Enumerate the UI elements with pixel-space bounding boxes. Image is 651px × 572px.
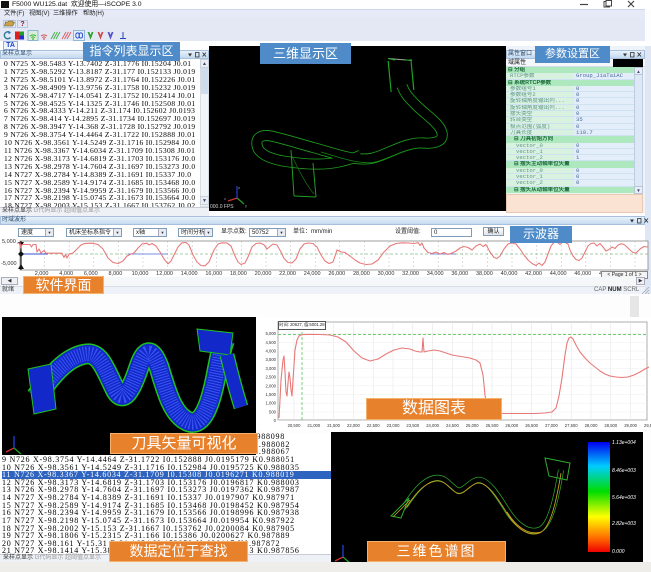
svg-text:29,000: 29,000 bbox=[624, 423, 637, 428]
svg-text:3,000: 3,000 bbox=[266, 366, 277, 371]
svg-text:y: y bbox=[245, 203, 247, 208]
svg-text:21,500: 21,500 bbox=[327, 423, 340, 428]
svg-text:24,500: 24,500 bbox=[446, 423, 459, 428]
svg-text:27,500: 27,500 bbox=[565, 423, 578, 428]
svg-text:4,500: 4,500 bbox=[266, 340, 277, 345]
svg-text:3,500: 3,500 bbox=[266, 357, 277, 362]
svg-text:2,000: 2,000 bbox=[266, 383, 277, 388]
svg-text:25,500: 25,500 bbox=[486, 423, 499, 428]
svg-text:28,500: 28,500 bbox=[604, 423, 617, 428]
svg-text:0.000: 0.000 bbox=[612, 549, 625, 555]
svg-text:25,000: 25,000 bbox=[466, 423, 479, 428]
svg-text:23,500: 23,500 bbox=[406, 423, 419, 428]
svg-text:27,000: 27,000 bbox=[545, 423, 558, 428]
svg-text:z: z bbox=[238, 185, 240, 190]
svg-text:2,500: 2,500 bbox=[266, 375, 277, 380]
svg-text:20,500: 20,500 bbox=[288, 423, 301, 428]
svg-text:5,000: 5,000 bbox=[266, 331, 277, 336]
svg-text:500: 500 bbox=[269, 409, 277, 414]
svg-text:1.13e+004: 1.13e+004 bbox=[612, 440, 636, 446]
svg-text:0: 0 bbox=[274, 418, 277, 423]
svg-text:x: x bbox=[224, 196, 226, 201]
svg-text:1,500: 1,500 bbox=[266, 392, 277, 397]
svg-text:000.0 FPS: 000.0 FPS bbox=[210, 204, 234, 210]
svg-text:2.82e+003: 2.82e+003 bbox=[611, 521, 636, 527]
svg-text:26,500: 26,500 bbox=[525, 423, 538, 428]
svg-text:1,000: 1,000 bbox=[266, 401, 277, 406]
svg-text:5.64e+003: 5.64e+003 bbox=[612, 495, 636, 501]
svg-text:29,500: 29,500 bbox=[644, 423, 651, 428]
svg-text:22,000: 22,000 bbox=[347, 423, 360, 428]
svg-text:4,000: 4,000 bbox=[266, 349, 277, 354]
svg-text:26,000: 26,000 bbox=[505, 423, 518, 428]
svg-text:8.46e+003: 8.46e+003 bbox=[612, 468, 636, 474]
svg-text:23,000: 23,000 bbox=[387, 423, 400, 428]
svg-text:22,500: 22,500 bbox=[367, 423, 380, 428]
svg-text:21,000: 21,000 bbox=[307, 423, 320, 428]
svg-text:24,000: 24,000 bbox=[426, 423, 439, 428]
svg-text:28,000: 28,000 bbox=[585, 423, 598, 428]
